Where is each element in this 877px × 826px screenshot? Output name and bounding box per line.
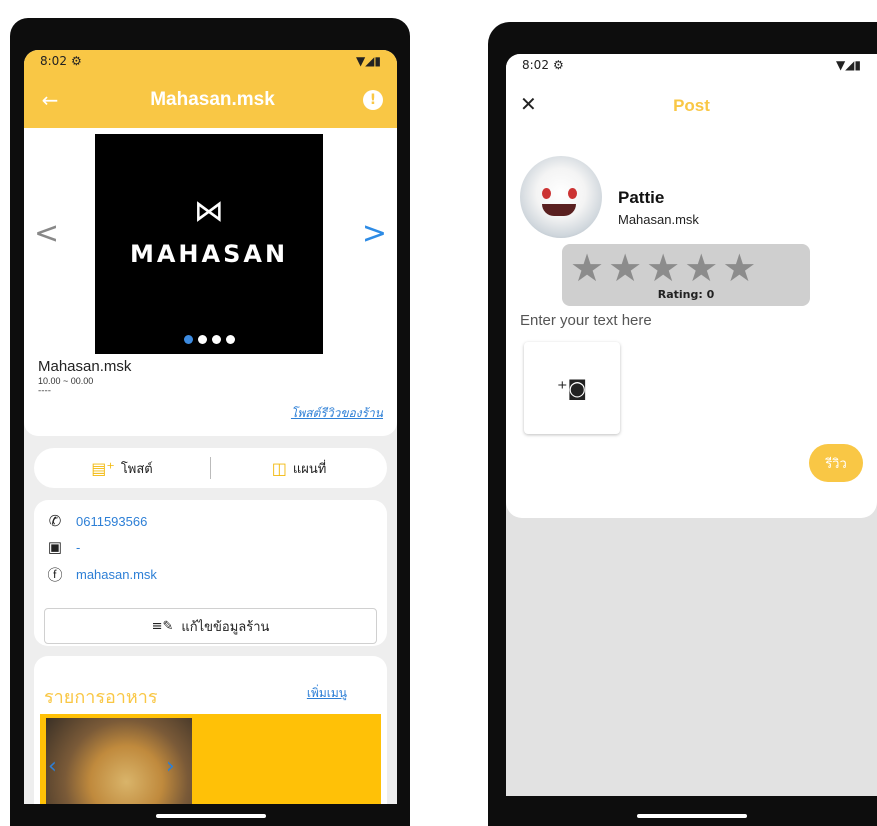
avatar-eye: [542, 188, 551, 199]
phone-row[interactable]: ✆ 0611593566: [46, 512, 148, 530]
edit-shop-button[interactable]: ≡✎ แก้ไขข้อมูลร้าน: [44, 608, 377, 644]
chevron-right-icon[interactable]: >: [362, 216, 387, 251]
shop-extra: ----: [38, 386, 51, 396]
system-nav-bar: [506, 796, 877, 826]
rating-box: ★ ★ ★ ★ ★ Rating: 0: [562, 244, 810, 306]
avatar: [520, 156, 602, 238]
add-photo-button[interactable]: ⁺◙: [524, 342, 620, 434]
gear-icon: ⚙: [70, 54, 82, 68]
shop-image-carousel[interactable]: ⋈ MAHASAN: [95, 134, 323, 354]
gear-icon: ⚙: [552, 58, 564, 72]
logo-text: MAHASAN: [129, 240, 289, 268]
status-time: 8:02: [40, 54, 67, 68]
back-arrow-icon[interactable]: ←: [38, 88, 62, 112]
star-icon[interactable]: ★: [684, 244, 718, 292]
shop-name: Mahasan.msk: [38, 358, 132, 375]
add-menu-link[interactable]: เพิ่มเมนู: [307, 684, 347, 703]
contact-card: ✆ 0611593566 ▣ - ⓕ mahasan.msk ≡✎ แก้ไขข…: [34, 500, 387, 646]
home-indicator[interactable]: [155, 814, 266, 818]
line-row[interactable]: ▣ -: [46, 538, 80, 556]
shop-screen: 8:02 ⚙ ▼◢▮ ← Mahasan.msk ! ⋈ MAHASAN < >: [24, 50, 397, 826]
signal-icons: ▼◢▮: [355, 54, 381, 68]
line-value[interactable]: -: [76, 540, 80, 555]
phone-right: 8:02 ⚙ ▼◢▮ ✕ Post Pattie Mahasan.msk ★ ★…: [488, 22, 877, 826]
star-icon[interactable]: ★: [646, 244, 680, 292]
shop-hero-card: ⋈ MAHASAN < > Mahasan.msk 10.00 ~ 00.00 …: [24, 128, 397, 436]
submit-review-button[interactable]: รีวิว: [809, 444, 863, 482]
post-sheet: ✕ Post Pattie Mahasan.msk ★ ★ ★ ★ ★ Rati…: [506, 76, 877, 518]
post-review-link[interactable]: โพสต์รีวิวของร้าน: [291, 404, 383, 423]
carousel-dot[interactable]: [197, 335, 207, 344]
status-time: 8:02: [522, 58, 549, 72]
action-bar: ▤⁺ โพสต์ ◫ แผนที่: [34, 448, 387, 488]
add-photo-icon: ⁺◙: [557, 376, 587, 400]
carousel-dot[interactable]: [225, 335, 235, 344]
status-bar: 8:02 ⚙ ▼◢▮: [24, 50, 397, 72]
avatar-eye: [568, 188, 577, 199]
user-name: Pattie: [618, 188, 665, 207]
info-icon[interactable]: !: [363, 90, 383, 110]
line-icon: ▣: [47, 539, 63, 556]
user-shop: Mahasan.msk: [618, 212, 699, 227]
page-title: Mahasan.msk: [150, 89, 275, 110]
phone-value[interactable]: 0611593566: [76, 514, 147, 529]
carousel-dot[interactable]: [211, 335, 221, 344]
note-add-icon: ▤⁺: [91, 458, 115, 478]
review-text-input[interactable]: [520, 312, 850, 329]
map-icon: ◫: [271, 458, 287, 478]
app-bar: ← Mahasan.msk !: [24, 72, 397, 128]
rating-label: Rating: 0: [657, 288, 715, 301]
star-icon[interactable]: ★: [722, 244, 756, 292]
map-label: แผนที่: [292, 461, 327, 477]
avatar-mouth: [542, 204, 576, 216]
post-screen: 8:02 ⚙ ▼◢▮ ✕ Post Pattie Mahasan.msk ★ ★…: [506, 54, 877, 826]
status-bar: 8:02 ⚙ ▼◢▮: [506, 54, 877, 76]
signal-icons: ▼◢▮: [835, 58, 861, 72]
logo-mark-icon: ⋈: [194, 194, 224, 229]
shop-hours: 10.00 ~ 00.00: [38, 376, 94, 386]
carousel-dots: [95, 335, 323, 344]
post-title: Post: [673, 96, 710, 115]
menu-card: รายการอาหาร เพิ่มเมนู ‹ ›: [34, 656, 387, 826]
post-button[interactable]: ▤⁺ โพสต์: [34, 458, 210, 479]
menu-title: รายการอาหาร: [44, 687, 158, 708]
home-indicator[interactable]: [636, 814, 747, 818]
map-button[interactable]: ◫ แผนที่: [211, 458, 387, 479]
carousel-dot[interactable]: [183, 335, 193, 344]
edit-list-icon: ≡✎: [151, 618, 174, 634]
star-icon[interactable]: ★: [570, 244, 604, 292]
star-rating[interactable]: ★ ★ ★ ★ ★: [570, 244, 756, 292]
post-label: โพสต์: [120, 461, 153, 477]
phone-left: 8:02 ⚙ ▼◢▮ ← Mahasan.msk ! ⋈ MAHASAN < >: [10, 18, 410, 826]
chevron-left-icon[interactable]: ‹: [48, 754, 57, 779]
edit-shop-label: แก้ไขข้อมูลร้าน: [181, 619, 270, 635]
phone-icon: ✆: [48, 513, 62, 530]
facebook-value[interactable]: mahasan.msk: [76, 567, 157, 582]
chevron-left-icon[interactable]: <: [34, 216, 59, 251]
facebook-icon: ⓕ: [47, 567, 63, 584]
chevron-right-icon[interactable]: ›: [166, 754, 175, 779]
facebook-row[interactable]: ⓕ mahasan.msk: [46, 564, 157, 585]
system-nav-bar: [24, 804, 397, 826]
star-icon[interactable]: ★: [608, 244, 642, 292]
